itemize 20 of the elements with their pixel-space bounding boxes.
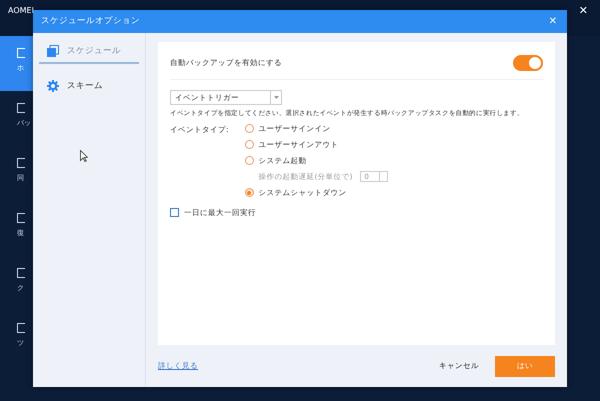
mouse-cursor-icon <box>80 150 88 162</box>
radio-button[interactable] <box>244 188 254 198</box>
radio-button[interactable] <box>244 124 254 134</box>
page-icon <box>17 213 25 223</box>
toggle-switch[interactable] <box>513 55 543 71</box>
radio-button[interactable] <box>244 156 254 166</box>
pages-icon <box>47 45 59 58</box>
checkbox[interactable] <box>170 208 179 218</box>
dialog-title: スケジュールオプション <box>41 15 140 28</box>
app-title: AOMEI <box>8 5 34 17</box>
caret-icon <box>274 96 278 99</box>
close-button[interactable]: ✕ <box>574 5 592 16</box>
gear-icon <box>47 80 59 92</box>
page-icon <box>17 48 25 58</box>
page-icon <box>17 103 25 113</box>
radio-button[interactable] <box>244 140 254 150</box>
page-icon <box>17 323 25 333</box>
page-icon <box>17 268 25 278</box>
page-icon <box>17 158 25 168</box>
nav-tab[interactable]: スキーム <box>39 76 139 96</box>
